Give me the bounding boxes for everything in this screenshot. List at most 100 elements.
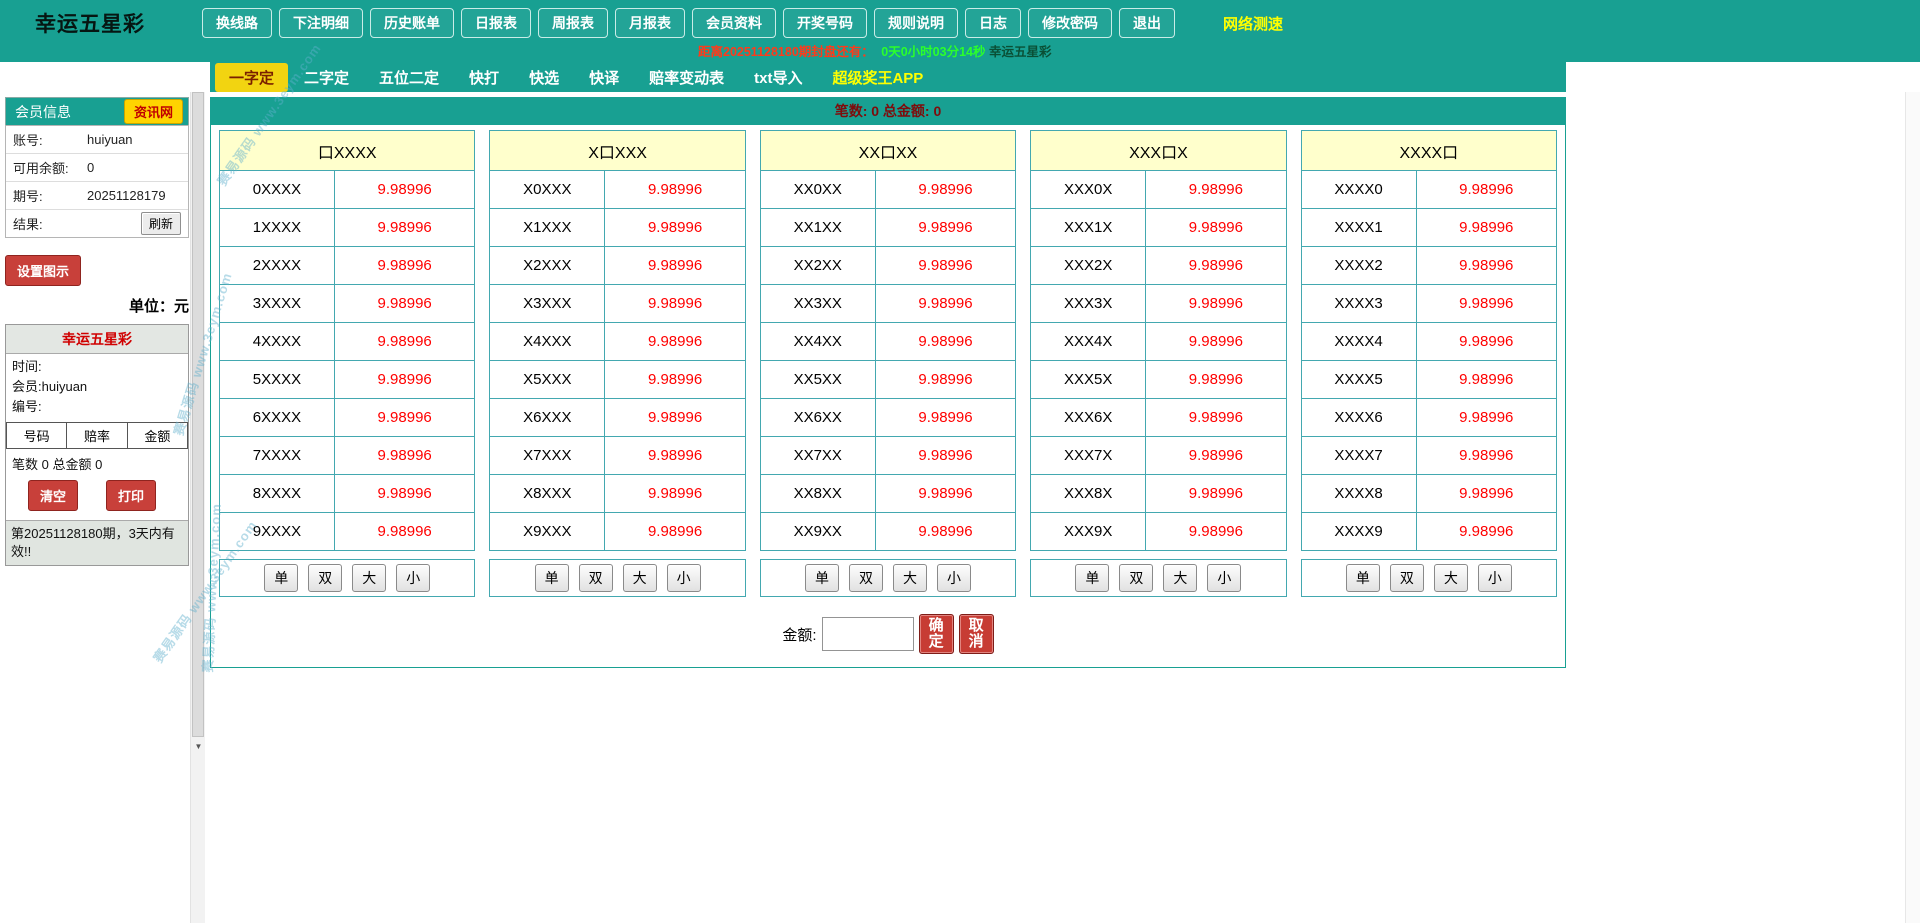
bet-row[interactable]: XXXX69.98996 [1301, 399, 1556, 437]
bet-row[interactable]: X2XXX9.98996 [490, 247, 745, 285]
bet-row[interactable]: XXXX79.98996 [1301, 437, 1556, 475]
nav-button[interactable]: 修改密码 [1028, 8, 1112, 38]
quick-select-button[interactable]: 大 [623, 564, 657, 592]
tab-item[interactable]: 超级奖王APP [818, 63, 937, 92]
bet-row[interactable]: XX1XX9.98996 [760, 209, 1015, 247]
bet-row[interactable]: XXX5X9.98996 [1031, 361, 1286, 399]
quick-select-button[interactable]: 单 [1346, 564, 1380, 592]
nav-button[interactable]: 会员资料 [692, 8, 776, 38]
bet-row[interactable]: XXXX29.98996 [1301, 247, 1556, 285]
bet-row[interactable]: XXX3X9.98996 [1031, 285, 1286, 323]
bet-row[interactable]: X6XXX9.98996 [490, 399, 745, 437]
tab-item[interactable]: txt导入 [740, 63, 816, 92]
bet-row[interactable]: 6XXXX9.98996 [220, 399, 475, 437]
news-site-button[interactable]: 资讯网 [124, 99, 183, 124]
bet-row[interactable]: 0XXXX9.98996 [220, 171, 475, 209]
bet-row[interactable]: XXX9X9.98996 [1031, 513, 1286, 551]
bet-row[interactable]: 3XXXX9.98996 [220, 285, 475, 323]
refresh-button[interactable]: 刷新 [141, 212, 181, 235]
tab-item[interactable]: 五位二定 [365, 63, 453, 92]
quick-select-button[interactable]: 单 [535, 564, 569, 592]
amount-input[interactable] [822, 617, 914, 651]
bet-row[interactable]: X4XXX9.98996 [490, 323, 745, 361]
bet-row[interactable]: X7XXX9.98996 [490, 437, 745, 475]
bet-row[interactable]: XX7XX9.98996 [760, 437, 1015, 475]
quick-select-button[interactable]: 双 [308, 564, 342, 592]
nav-button[interactable]: 退出 [1119, 8, 1175, 38]
clear-button[interactable]: 清空 [28, 480, 78, 511]
print-button[interactable]: 打印 [106, 480, 156, 511]
bet-row[interactable]: X9XXX9.98996 [490, 513, 745, 551]
bet-row[interactable]: XXX6X9.98996 [1031, 399, 1286, 437]
scroll-down-arrow-icon[interactable]: ▼ [191, 739, 206, 754]
nav-button[interactable]: 周报表 [538, 8, 608, 38]
bet-row[interactable]: XX9XX9.98996 [760, 513, 1015, 551]
cancel-button[interactable]: 取消 [959, 614, 994, 654]
nav-button[interactable]: 下注明细 [279, 8, 363, 38]
bet-row[interactable]: XXX7X9.98996 [1031, 437, 1286, 475]
nav-button[interactable]: 开奖号码 [783, 8, 867, 38]
quick-select-button[interactable]: 大 [1163, 564, 1197, 592]
set-icon-button[interactable]: 设置图示 [5, 255, 81, 286]
bet-row[interactable]: 7XXXX9.98996 [220, 437, 475, 475]
quick-select-button[interactable]: 小 [937, 564, 971, 592]
quick-select-button[interactable]: 大 [1434, 564, 1468, 592]
bet-row[interactable]: X8XXX9.98996 [490, 475, 745, 513]
bet-row[interactable]: 1XXXX9.98996 [220, 209, 475, 247]
scrollbar-thumb[interactable] [192, 92, 204, 737]
quick-select-button[interactable]: 大 [893, 564, 927, 592]
bet-row[interactable]: XXXX39.98996 [1301, 285, 1556, 323]
tab-active[interactable]: 一字定 [215, 63, 288, 92]
nav-button[interactable]: 月报表 [615, 8, 685, 38]
bet-row[interactable]: XX0XX9.98996 [760, 171, 1015, 209]
bet-row[interactable]: XXXX89.98996 [1301, 475, 1556, 513]
tab-item[interactable]: 快打 [455, 63, 513, 92]
bet-row[interactable]: XXX8X9.98996 [1031, 475, 1286, 513]
quick-select-button[interactable]: 小 [667, 564, 701, 592]
bet-row[interactable]: XX2XX9.98996 [760, 247, 1015, 285]
quick-select-button[interactable]: 双 [579, 564, 613, 592]
bet-row[interactable]: XXXX09.98996 [1301, 171, 1556, 209]
bet-row[interactable]: XXX1X9.98996 [1031, 209, 1286, 247]
quick-select-button[interactable]: 小 [396, 564, 430, 592]
confirm-button[interactable]: 确定 [919, 614, 954, 654]
tab-item[interactable]: 赔率变动表 [635, 63, 738, 92]
quick-select-button[interactable]: 单 [1075, 564, 1109, 592]
bet-row[interactable]: 2XXXX9.98996 [220, 247, 475, 285]
bet-row[interactable]: XX4XX9.98996 [760, 323, 1015, 361]
quick-select-button[interactable]: 双 [849, 564, 883, 592]
bet-row[interactable]: X3XXX9.98996 [490, 285, 745, 323]
bet-row[interactable]: XX6XX9.98996 [760, 399, 1015, 437]
nav-button[interactable]: 日志 [965, 8, 1021, 38]
bet-row[interactable]: 5XXXX9.98996 [220, 361, 475, 399]
nav-button[interactable]: 历史账单 [370, 8, 454, 38]
network-speed-link[interactable]: 网络测速 [1223, 13, 1283, 34]
bet-row[interactable]: 9XXXX9.98996 [220, 513, 475, 551]
main-scrollbar[interactable] [1905, 92, 1920, 923]
bet-row[interactable]: XXXX19.98996 [1301, 209, 1556, 247]
bet-row[interactable]: X5XXX9.98996 [490, 361, 745, 399]
tab-item[interactable]: 快选 [515, 63, 573, 92]
bet-row[interactable]: XX5XX9.98996 [760, 361, 1015, 399]
quick-select-button[interactable]: 双 [1119, 564, 1153, 592]
bet-row[interactable]: X1XXX9.98996 [490, 209, 745, 247]
quick-select-button[interactable]: 单 [805, 564, 839, 592]
quick-select-button[interactable]: 小 [1478, 564, 1512, 592]
quick-select-button[interactable]: 单 [264, 564, 298, 592]
quick-select-button[interactable]: 大 [352, 564, 386, 592]
bet-row[interactable]: XXX2X9.98996 [1031, 247, 1286, 285]
bet-row[interactable]: XX8XX9.98996 [760, 475, 1015, 513]
sidebar-scrollbar[interactable]: ▼ [190, 92, 205, 923]
bet-row[interactable]: XXX4X9.98996 [1031, 323, 1286, 361]
tab-item[interactable]: 二字定 [290, 63, 363, 92]
bet-row[interactable]: XX3XX9.98996 [760, 285, 1015, 323]
nav-button[interactable]: 日报表 [461, 8, 531, 38]
nav-button[interactable]: 规则说明 [874, 8, 958, 38]
bet-row[interactable]: 4XXXX9.98996 [220, 323, 475, 361]
quick-select-button[interactable]: 双 [1390, 564, 1424, 592]
bet-row[interactable]: XXXX99.98996 [1301, 513, 1556, 551]
bet-row[interactable]: XXXX49.98996 [1301, 323, 1556, 361]
bet-row[interactable]: XXX0X9.98996 [1031, 171, 1286, 209]
tab-item[interactable]: 快译 [575, 63, 633, 92]
bet-row[interactable]: X0XXX9.98996 [490, 171, 745, 209]
